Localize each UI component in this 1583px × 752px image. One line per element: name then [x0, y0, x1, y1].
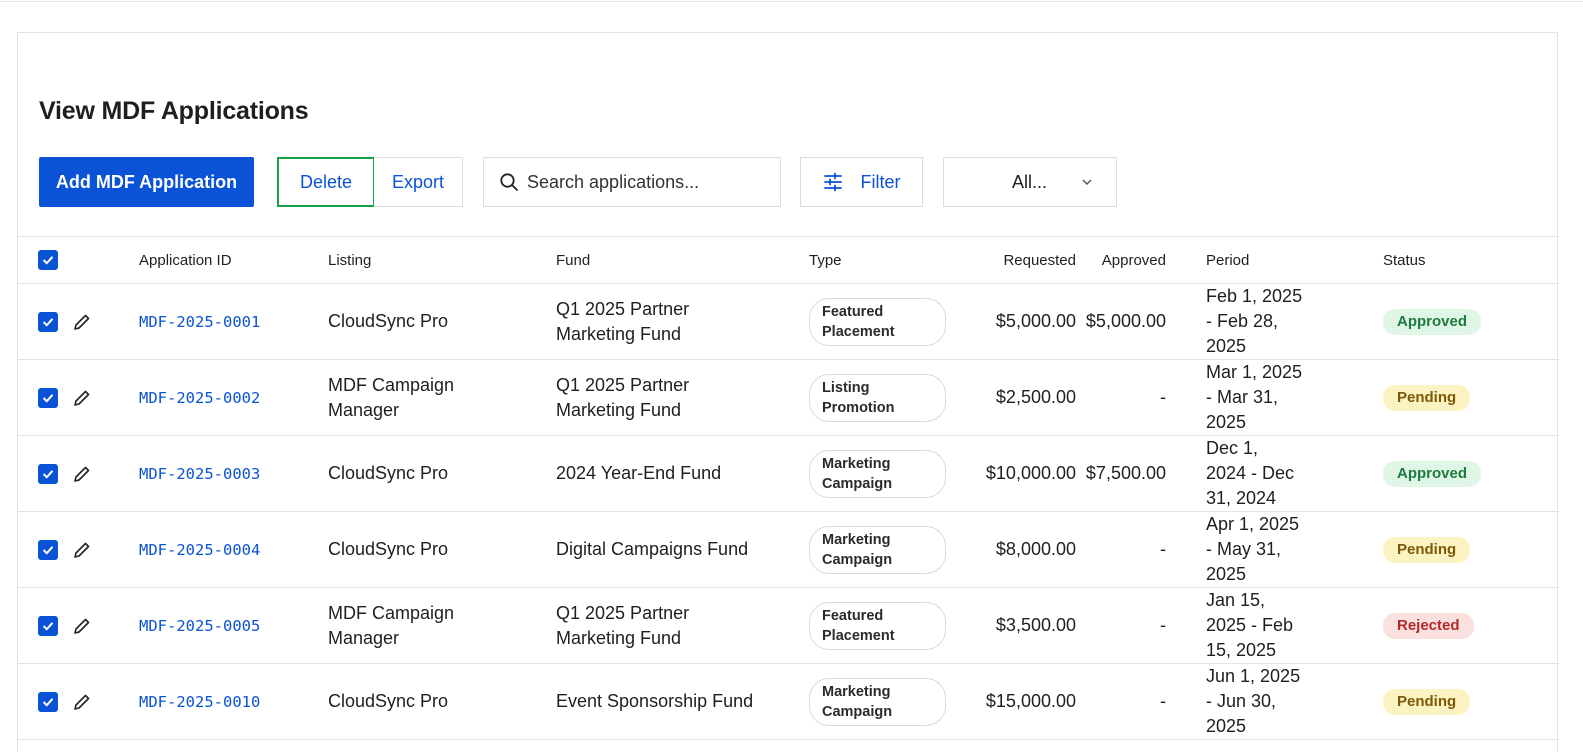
- header-application-id[interactable]: Application ID: [139, 237, 328, 284]
- row-checkbox[interactable]: [38, 540, 58, 561]
- application-id-link[interactable]: MDF-2025-0004: [139, 541, 260, 559]
- application-id-link[interactable]: MDF-2025-0010: [139, 693, 260, 711]
- row-checkbox[interactable]: [38, 464, 58, 485]
- period-cell: Apr 1, 2025 - May 31, 2025: [1206, 514, 1300, 584]
- table-body: MDF-2025-0001 CloudSync Pro Q1 2025 Part…: [18, 284, 1559, 740]
- approved-cell: -: [1160, 691, 1166, 711]
- type-pill: Marketing Campaign: [809, 525, 946, 574]
- approved-cell: -: [1160, 387, 1166, 407]
- sliders-icon: [823, 172, 842, 192]
- requested-cell: $10,000.00: [985, 463, 1076, 483]
- header-listing[interactable]: Listing: [328, 237, 556, 284]
- requested-cell: $15,000.00: [985, 691, 1076, 711]
- select-value: All...: [1012, 171, 1048, 192]
- filter-button[interactable]: Filter: [800, 157, 923, 207]
- type-pill: Marketing Campaign: [809, 449, 946, 498]
- row-checkbox[interactable]: [38, 312, 58, 333]
- period-cell: Feb 1, 2025 - Feb 28, 2025: [1206, 286, 1303, 356]
- page-title: View MDF Applications: [39, 97, 309, 125]
- requested-cell: $5,000.00: [995, 311, 1076, 331]
- listing-cell: MDF Campaign Manager: [328, 602, 455, 648]
- status-badge: Rejected: [1383, 613, 1474, 639]
- status-badge: Approved: [1383, 461, 1482, 487]
- edit-pencil-icon[interactable]: [72, 616, 92, 636]
- fund-cell: Q1 2025 Partner Marketing Fund: [556, 298, 690, 344]
- period-cell: Mar 1, 2025 - Mar 31, 2025: [1206, 362, 1303, 432]
- header-status[interactable]: Status: [1343, 237, 1559, 284]
- header-requested[interactable]: Requested: [949, 237, 1076, 284]
- approved-cell: -: [1160, 615, 1166, 635]
- listing-cell: CloudSync Pro: [328, 539, 449, 559]
- search-box[interactable]: [483, 157, 781, 207]
- requested-cell: $3,500.00: [995, 615, 1076, 635]
- listing-cell: CloudSync Pro: [328, 311, 449, 331]
- add-mdf-application-button[interactable]: Add MDF Application: [39, 157, 254, 207]
- period-cell: Jan 15, 2025 - Feb 15, 2025: [1206, 590, 1294, 660]
- fund-cell: Q1 2025 Partner Marketing Fund: [556, 602, 690, 648]
- application-id-link[interactable]: MDF-2025-0001: [139, 313, 260, 331]
- fund-cell: 2024 Year-End Fund: [556, 463, 722, 483]
- row-checkbox[interactable]: [38, 388, 58, 409]
- listing-cell: CloudSync Pro: [328, 463, 449, 483]
- toolbar: Add MDF Application Delete Export Filter…: [39, 157, 1139, 207]
- header-fund[interactable]: Fund: [556, 237, 809, 284]
- fund-cell: Event Sponsorship Fund: [556, 691, 754, 711]
- header-type[interactable]: Type: [809, 237, 949, 284]
- type-pill: Featured Placement: [809, 601, 946, 650]
- edit-pencil-icon[interactable]: [72, 540, 92, 560]
- table-row: MDF-2025-0003 CloudSync Pro 2024 Year-En…: [18, 436, 1559, 512]
- row-checkbox[interactable]: [38, 692, 58, 713]
- listing-cell: CloudSync Pro: [328, 691, 449, 711]
- type-pill: Listing Promotion: [809, 373, 946, 422]
- edit-pencil-icon[interactable]: [72, 464, 92, 484]
- table-row: MDF-2025-0002 MDF Campaign Manager Q1 20…: [18, 360, 1559, 436]
- header-approved[interactable]: Approved: [1076, 237, 1166, 284]
- application-id-link[interactable]: MDF-2025-0005: [139, 617, 260, 635]
- status-select[interactable]: All...: [943, 157, 1117, 207]
- approved-cell: $5,000.00: [1085, 311, 1166, 331]
- edit-pencil-icon[interactable]: [72, 692, 92, 712]
- type-pill: Marketing Campaign: [809, 677, 946, 726]
- table-header-row: Application ID Listing Fund Type Request…: [18, 236, 1559, 284]
- approved-cell: -: [1160, 539, 1166, 559]
- table-row: MDF-2025-0010 CloudSync Pro Event Sponso…: [18, 664, 1559, 740]
- search-icon: [500, 173, 518, 191]
- edit-pencil-icon[interactable]: [72, 312, 92, 332]
- applications-card: View MDF Applications Add MDF Applicatio…: [17, 32, 1559, 752]
- approved-cell: $7,500.00: [1085, 463, 1166, 483]
- period-cell: Jun 1, 2025 - Jun 30, 2025: [1206, 666, 1301, 736]
- filter-label: Filter: [860, 171, 901, 192]
- requested-cell: $2,500.00: [995, 387, 1076, 407]
- status-badge: Approved: [1383, 309, 1482, 335]
- application-id-link[interactable]: MDF-2025-0003: [139, 465, 260, 483]
- listing-cell: MDF Campaign Manager: [328, 374, 455, 420]
- fund-cell: Q1 2025 Partner Marketing Fund: [556, 374, 690, 420]
- top-divider: [0, 0, 1583, 2]
- fund-cell: Digital Campaigns Fund: [556, 539, 749, 559]
- chevron-down-icon: [1082, 179, 1092, 186]
- table-row: MDF-2025-0005 MDF Campaign Manager Q1 20…: [18, 588, 1559, 664]
- application-id-link[interactable]: MDF-2025-0002: [139, 389, 260, 407]
- row-checkbox[interactable]: [38, 616, 58, 637]
- export-button[interactable]: Export: [374, 157, 463, 207]
- period-cell: Dec 1, 2024 - Dec 31, 2024: [1206, 438, 1295, 508]
- applications-table: Application ID Listing Fund Type Request…: [18, 236, 1559, 740]
- status-badge: Pending: [1383, 689, 1471, 715]
- header-period[interactable]: Period: [1166, 237, 1343, 284]
- search-input[interactable]: [527, 171, 767, 193]
- table-row: MDF-2025-0004 CloudSync Pro Digital Camp…: [18, 512, 1559, 588]
- type-pill: Featured Placement: [809, 297, 946, 346]
- table-row: MDF-2025-0001 CloudSync Pro Q1 2025 Part…: [18, 284, 1559, 360]
- requested-cell: $8,000.00: [995, 539, 1076, 559]
- status-badge: Pending: [1383, 537, 1471, 563]
- select-all-checkbox[interactable]: [38, 250, 58, 270]
- edit-pencil-icon[interactable]: [72, 388, 92, 408]
- delete-button[interactable]: Delete: [277, 157, 375, 207]
- status-badge: Pending: [1383, 385, 1471, 411]
